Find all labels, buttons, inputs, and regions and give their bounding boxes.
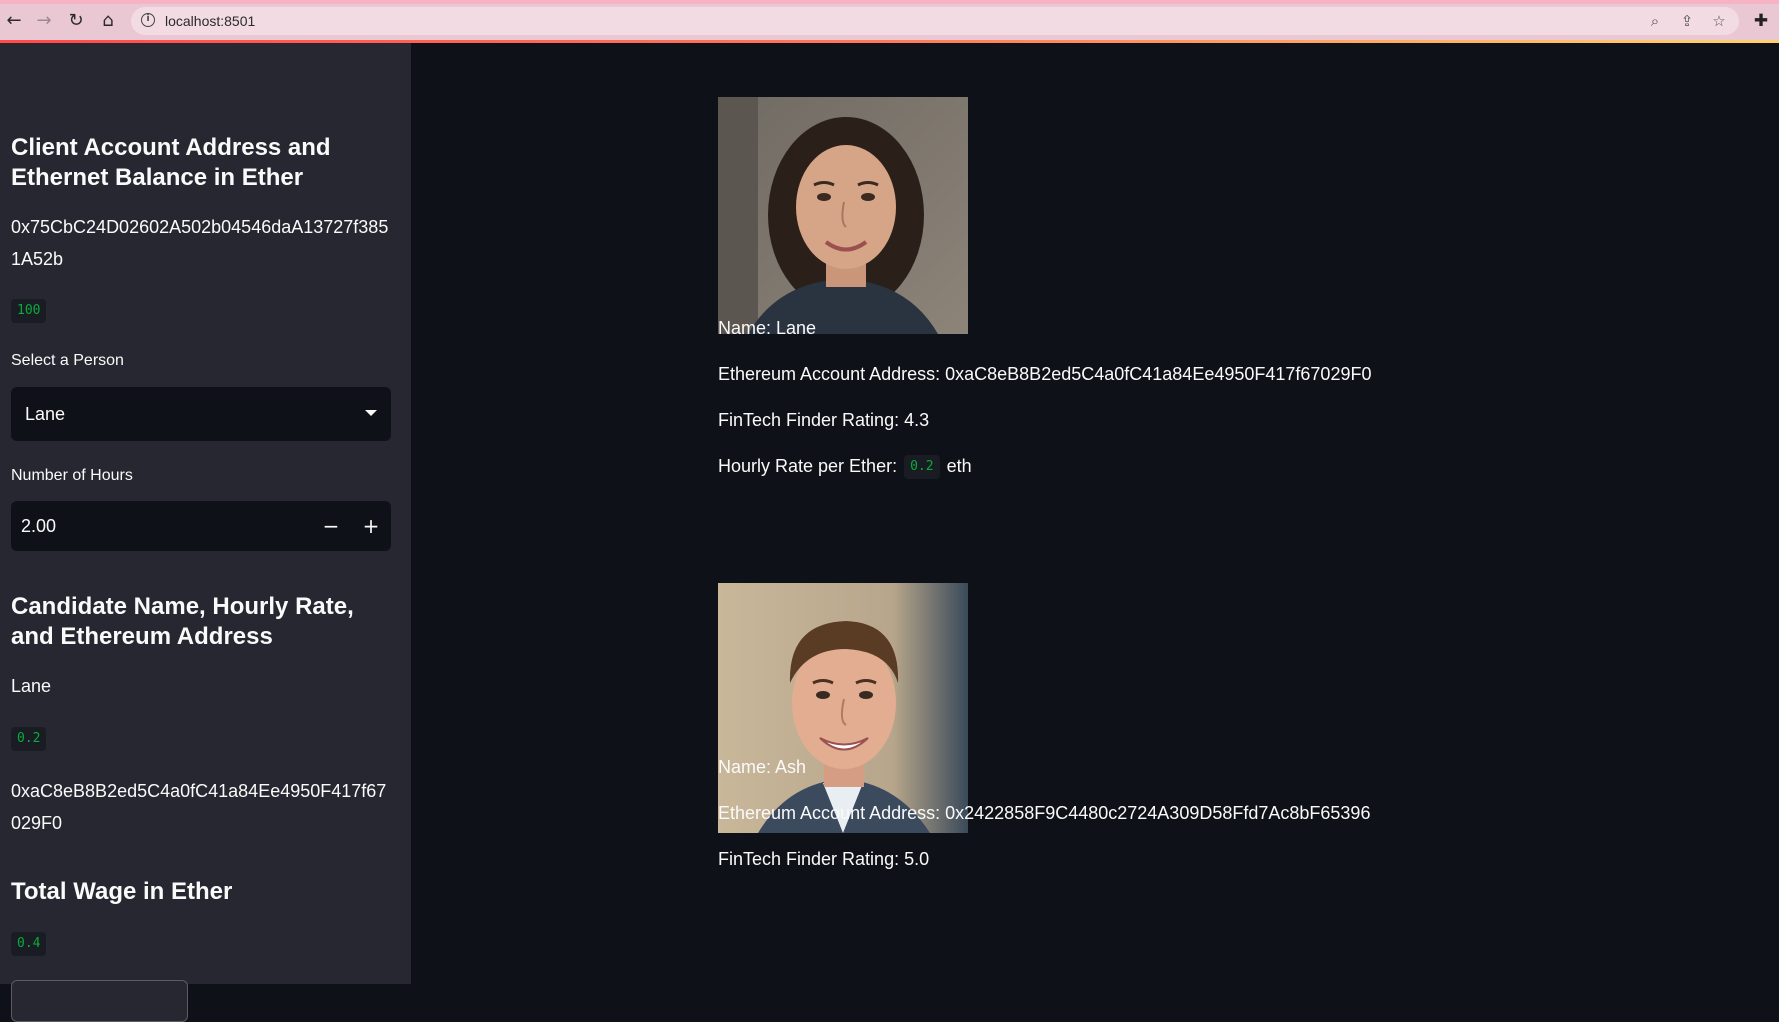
number-of-hours-stepper[interactable]: 2.00 − + <box>11 501 391 551</box>
number-of-hours-label: Number of Hours <box>11 467 133 484</box>
candidate-name: Lane <box>11 676 52 696</box>
candidate-address-line: Ethereum Account Address: 0x2422858F9C44… <box>718 803 1371 823</box>
candidate-photo-lane <box>718 97 968 334</box>
total-wage-heading: Total Wage in Ether <box>11 878 233 905</box>
decrement-button[interactable]: − <box>311 501 351 551</box>
back-icon[interactable]: ← <box>2 9 26 33</box>
chevron-down-icon[interactable] <box>365 410 377 416</box>
total-wage-code: 0.4 <box>11 932 47 956</box>
rate-suffix: eth <box>946 456 972 476</box>
reload-icon[interactable]: ↻ <box>64 9 88 33</box>
address-bar[interactable]: i localhost:8501 ⌕ ⇪ ☆ <box>131 7 1739 35</box>
home-icon[interactable]: ⌂ <box>96 9 120 33</box>
rate-value-code: 0.2 <box>904 455 940 480</box>
increment-button[interactable]: + <box>351 501 391 551</box>
extensions-puzzle-icon[interactable]: ✚ <box>1749 9 1773 33</box>
bookmark-star-icon[interactable]: ☆ <box>1707 9 1731 33</box>
candidate-photo-ash <box>718 583 968 833</box>
main-content: Name: Lane Ethereum Account Address: 0xa… <box>411 43 1779 984</box>
client-account-heading: Client Account Address and Ethernet Bala… <box>11 134 331 191</box>
client-balance-code: 100 <box>11 299 47 323</box>
select-person-label: Select a Person <box>11 352 124 369</box>
zoom-icon[interactable]: ⌕ <box>1643 9 1667 33</box>
sidebar: Client Account Address and Ethernet Bala… <box>0 43 411 1022</box>
select-person-value[interactable]: Lane <box>25 387 65 441</box>
forward-icon[interactable]: → <box>32 9 56 33</box>
rate-prefix: Hourly Rate per Ether: <box>718 456 898 476</box>
client-address: 0x75CbC24D02602A502b04546daA13727f3851A5… <box>11 217 389 269</box>
candidate-name-line: Name: Lane <box>718 318 817 338</box>
candidate-name-line: Name: Ash <box>718 757 807 777</box>
tab-strip-edge <box>0 0 1779 4</box>
candidate-rate-code: 0.2 <box>11 727 47 751</box>
sidebar-action-button[interactable] <box>11 980 188 1022</box>
browser-toolbar: ← → ↻ ⌂ i localhost:8501 ⌕ ⇪ ☆ ✚ <box>0 0 1779 43</box>
candidate-rating-line: FinTech Finder Rating: 5.0 <box>718 849 930 869</box>
candidate-address: 0xaC8eB8B2ed5C4a0fC41a84Ee4950F417f67029… <box>11 781 387 833</box>
candidate-heading: Candidate Name, Hourly Rate, and Ethereu… <box>11 593 354 650</box>
select-person-dropdown[interactable]: Lane <box>11 387 391 441</box>
candidate-rating-line: FinTech Finder Rating: 4.3 <box>718 410 930 430</box>
share-icon[interactable]: ⇪ <box>1675 9 1699 33</box>
candidate-address-line: Ethereum Account Address: 0xaC8eB8B2ed5C… <box>718 364 1372 384</box>
site-info-icon[interactable]: i <box>141 13 155 27</box>
candidate-rate-line: Hourly Rate per Ether: 0.2 eth <box>718 453 972 480</box>
number-of-hours-input[interactable]: 2.00 <box>21 501 56 551</box>
address-bar-url[interactable]: localhost:8501 <box>165 7 255 35</box>
